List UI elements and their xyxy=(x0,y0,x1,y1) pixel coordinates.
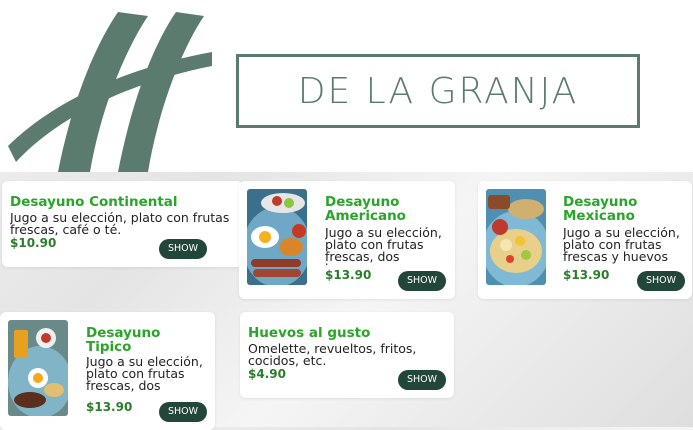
menu-card-tipico: Desayuno Tipico Jugo a su elección, plat… xyxy=(0,312,215,430)
typical-breakfast-photo xyxy=(8,320,68,416)
h-leaf-logo-icon xyxy=(8,12,212,172)
brand-frame: DE LA GRANJA xyxy=(236,54,640,128)
menu-item-price: $13.90 xyxy=(325,268,372,282)
menu-item-title: Desayuno Americano xyxy=(325,194,406,224)
menu-item-price: $13.90 xyxy=(86,400,133,414)
menu-item-description: Omelette, revueltos, fritos, cocidos, et… xyxy=(248,343,417,368)
show-button[interactable]: SHOW xyxy=(637,271,685,291)
menu-card-mexicano: Desayuno Mexicano Jugo a su elección, pl… xyxy=(478,181,692,299)
show-button[interactable]: SHOW xyxy=(398,370,446,390)
menu-item-description: Jugo a su elección, plato con frutas fre… xyxy=(325,227,442,265)
menu-card-americano: Desayuno Americano Jugo a su elección, p… xyxy=(239,181,455,299)
show-button[interactable]: SHOW xyxy=(398,271,446,291)
menu-item-description: Jugo a su elección, plato con frutas fre… xyxy=(563,227,680,264)
header-banner: DE LA GRANJA xyxy=(0,0,693,172)
menu-item-title: Huevos al gusto xyxy=(248,325,371,341)
menu-item-description: Jugo a su elección, plato con frutas fre… xyxy=(86,356,203,393)
american-breakfast-photo xyxy=(247,189,307,285)
menu-item-price: $10.90 xyxy=(10,236,57,250)
menu-card-huevos: Huevos al gusto Omelette, revueltos, fri… xyxy=(240,312,454,398)
menu-item-title: Desayuno Mexicano xyxy=(563,194,638,224)
brand-name: DE LA GRANJA xyxy=(297,70,579,112)
menu-card-continental: Desayuno Continental Jugo a su elección,… xyxy=(2,181,243,267)
menu-item-title: Desayuno Continental xyxy=(10,194,178,210)
menu-item-price: $13.90 xyxy=(563,268,610,282)
show-button[interactable]: SHOW xyxy=(159,402,207,422)
menu-item-title: Desayuno Tipico xyxy=(86,325,161,355)
mexican-breakfast-photo xyxy=(486,189,546,285)
menu-item-description: Jugo a su elección, plato con frutas fre… xyxy=(10,212,230,237)
menu-item-price: $4.90 xyxy=(248,367,286,381)
show-button[interactable]: SHOW xyxy=(159,239,207,259)
